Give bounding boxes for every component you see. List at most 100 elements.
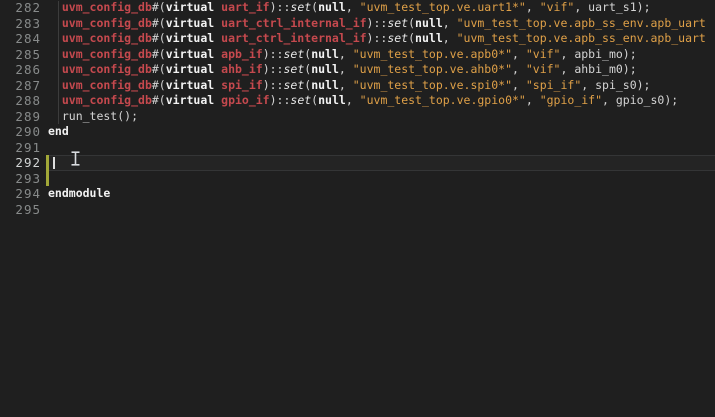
code-token: "uvm_test_top.ve.spi0*" — [353, 78, 512, 92]
code-token: uvm_config_db — [62, 0, 152, 14]
code-token: virtual — [166, 31, 214, 45]
code-token: "uvm_test_top.ve.apb0*" — [353, 47, 512, 61]
code-token: set — [283, 62, 304, 76]
code-token: virtual — [166, 93, 214, 107]
code-token: virtual — [166, 47, 214, 61]
line-number-gutter: 2822832842852862872882892902912922932942… — [0, 0, 44, 217]
ibeam-mouse-cursor — [70, 151, 81, 170]
code-token: spi_if — [221, 78, 263, 92]
code-token: ):: — [263, 78, 284, 92]
code-token: "vif" — [540, 0, 575, 14]
code-token: set — [290, 93, 311, 107]
code-token: ):: — [367, 16, 388, 30]
code-token: , uart_s1); — [574, 0, 650, 14]
code-token: set — [387, 31, 408, 45]
code-editor[interactable]: 2822832842852862872882892902912922932942… — [0, 0, 715, 417]
line-number: 285 — [0, 47, 44, 63]
code-token: uvm_config_db — [62, 78, 152, 92]
line-number: 291 — [0, 140, 44, 156]
code-token: virtual — [166, 0, 214, 14]
code-token: #( — [152, 0, 166, 14]
code-token: gpio_if — [221, 93, 269, 107]
code-line[interactable]: end — [48, 124, 715, 140]
code-token: null — [318, 93, 346, 107]
code-token: , — [346, 0, 360, 14]
line-number: 295 — [0, 202, 44, 218]
line-number: 287 — [0, 78, 44, 94]
code-token: set — [290, 0, 311, 14]
code-token: run_test(); — [48, 109, 138, 123]
code-token: , — [512, 78, 526, 92]
code-token: null — [415, 31, 443, 45]
line-number: 293 — [0, 171, 44, 187]
code-token: ( — [408, 16, 415, 30]
code-token: uvm_config_db — [62, 47, 152, 61]
code-token: #( — [152, 31, 166, 45]
code-line[interactable] — [48, 155, 715, 171]
code-token: #( — [152, 47, 166, 61]
code-line[interactable] — [48, 171, 715, 187]
code-line[interactable]: uvm_config_db#(virtual uart_if)::set(nul… — [48, 0, 715, 16]
code-line[interactable] — [48, 202, 715, 218]
code-token: , — [346, 93, 360, 107]
code-token: , — [526, 0, 540, 14]
code-line[interactable]: uvm_config_db#(virtual uart_ctrl_interna… — [48, 31, 715, 47]
code-token: ):: — [270, 93, 291, 107]
line-number: 290 — [0, 124, 44, 140]
code-token: "uvm_test_top.ve.uart1*" — [360, 0, 526, 14]
code-token: set — [387, 16, 408, 30]
code-line[interactable] — [48, 140, 715, 156]
code-line[interactable]: uvm_config_db#(virtual apb_if)::set(null… — [48, 47, 715, 63]
code-token: "uvm_test_top.ve.ahb0*" — [353, 62, 512, 76]
code-token: "uvm_test_top.ve.apb_ss_env.apb_uart — [457, 31, 706, 45]
line-number: 294 — [0, 186, 44, 202]
code-token: ):: — [270, 0, 291, 14]
code-token: ):: — [263, 47, 284, 61]
code-line[interactable]: endmodule — [48, 186, 715, 202]
code-token: , — [443, 31, 457, 45]
code-token: , — [443, 16, 457, 30]
code-token: uvm_config_db — [62, 16, 152, 30]
code-token: , — [512, 47, 526, 61]
code-line[interactable]: uvm_config_db#(virtual gpio_if)::set(nul… — [48, 93, 715, 109]
code-token: , — [339, 78, 353, 92]
code-token: "vif" — [526, 62, 561, 76]
code-token: , — [526, 93, 540, 107]
code-line[interactable]: uvm_config_db#(virtual ahb_if)::set(null… — [48, 62, 715, 78]
code-token: , spi_s0); — [581, 78, 650, 92]
line-number: 284 — [0, 31, 44, 47]
code-token: , — [339, 62, 353, 76]
code-token: , — [339, 47, 353, 61]
code-token: virtual — [166, 62, 214, 76]
code-token: uart_if — [221, 0, 269, 14]
code-token — [48, 0, 62, 14]
code-token: "uvm_test_top.ve.apb_ss_env.apb_uart — [457, 16, 706, 30]
line-number: 288 — [0, 93, 44, 109]
code-token: "vif" — [526, 47, 561, 61]
code-token: null — [311, 62, 339, 76]
code-token: ahb_if — [221, 62, 263, 76]
code-token: virtual — [166, 16, 214, 30]
code-token — [48, 78, 62, 92]
code-token: uvm_config_db — [62, 62, 152, 76]
code-token: #( — [152, 78, 166, 92]
code-area[interactable]: uvm_config_db#(virtual uart_if)::set(nul… — [48, 0, 715, 417]
code-token: uart_ctrl_internal_if — [221, 31, 366, 45]
line-number: 286 — [0, 62, 44, 78]
code-token: virtual — [166, 78, 214, 92]
code-token: uart_ctrl_internal_if — [221, 16, 366, 30]
code-line[interactable]: uvm_config_db#(virtual uart_ctrl_interna… — [48, 16, 715, 32]
code-token — [48, 62, 62, 76]
line-number: 282 — [0, 0, 44, 16]
code-token: null — [415, 16, 443, 30]
code-token — [48, 16, 62, 30]
code-token: set — [283, 78, 304, 92]
code-token: , ahbi_m0); — [560, 62, 636, 76]
code-line[interactable]: uvm_config_db#(virtual spi_if)::set(null… — [48, 78, 715, 94]
active-line-number: 292 — [0, 155, 44, 171]
code-token — [48, 31, 62, 45]
code-token: , — [512, 62, 526, 76]
code-token: ( — [408, 31, 415, 45]
code-line[interactable]: run_test(); — [48, 109, 715, 125]
text-caret — [53, 157, 55, 169]
